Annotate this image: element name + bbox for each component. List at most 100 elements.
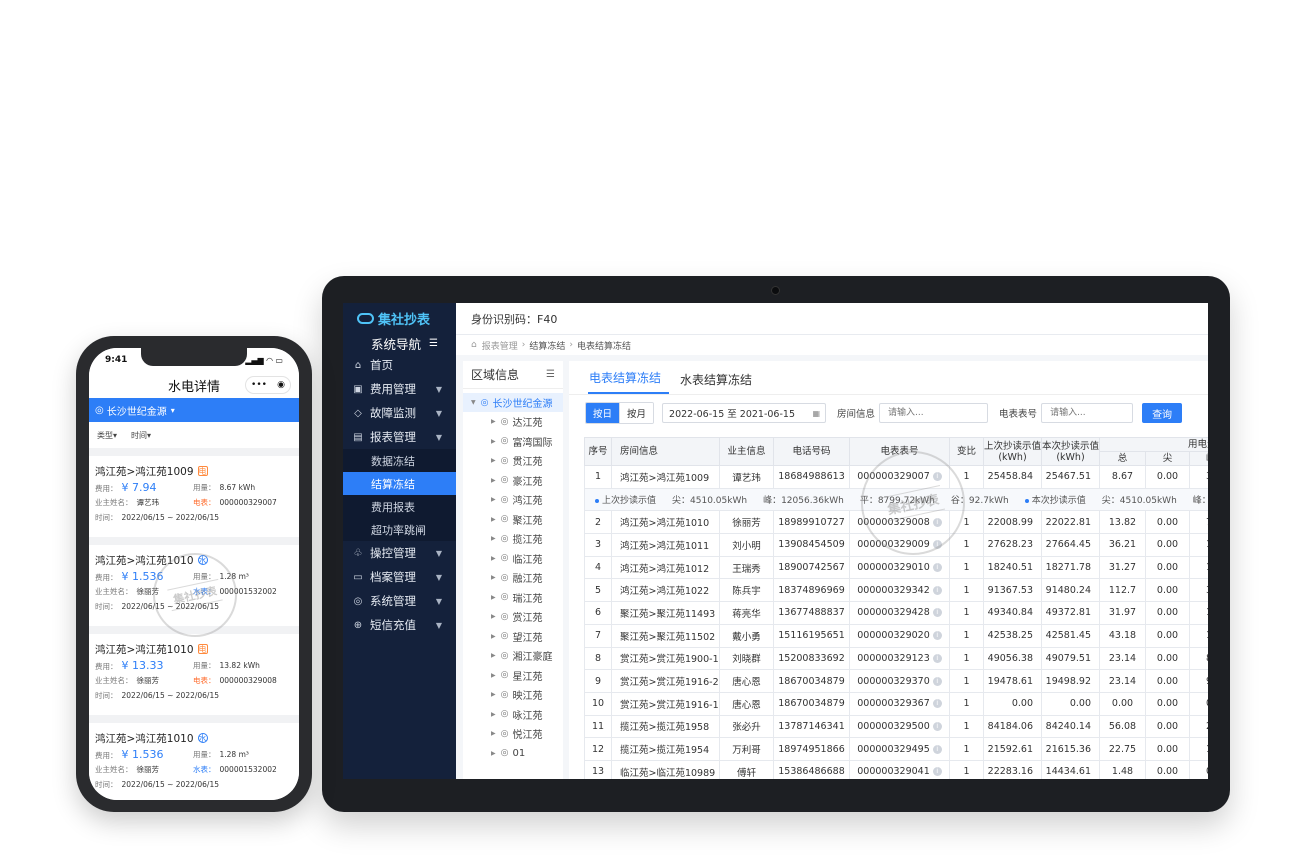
table-row[interactable]: 12 揽江苑>揽江苑1954 万利哥 18974951866 000000329495 i… <box>584 737 1208 761</box>
cell-room: 赏江苑>赏江苑1916-2 <box>611 669 720 693</box>
table-row[interactable]: 5 鸿江苑>鸿江苑1022 陈兵宇 18374896969 000000329342 i 1… <box>584 578 1208 603</box>
meter-info-icon[interactable]: i <box>932 721 942 731</box>
tree-expand-icon[interactable]: ▼ <box>471 399 476 406</box>
meter-info-icon[interactable]: i <box>932 563 942 573</box>
tree-node[interactable]: ▶ ◎ 湘江豪庭 <box>463 646 563 666</box>
table-row[interactable]: 7 聚江苑>聚江苑11502 戴小勇 15116195651 000000329020 i… <box>584 623 1208 648</box>
tree-expand-icon[interactable]: ▶ <box>491 457 496 464</box>
nav2-item-3[interactable]: ⊕ 短信充值 ▼ <box>343 613 456 637</box>
nav-item-1[interactable]: ▣ 费用管理 ▼ <box>343 377 456 401</box>
location-pin-icon: ◎ <box>500 475 509 486</box>
cell-no-text: 11 <box>591 720 605 732</box>
meter-info-icon[interactable]: i <box>932 608 942 618</box>
date-range-picker[interactable]: 2022-06-15 至 2021-06-15 ▦ <box>662 403 827 423</box>
tree-node[interactable]: ▶ ◎ 聚江苑 <box>463 510 563 530</box>
type-filter[interactable]: 类型▾ <box>97 430 117 441</box>
usage-card[interactable]: 鸿江苑>鸿江苑1010 水费用： ¥ 1.536 用量： 1.28 m³ 业主姓名： 徐丽芳… <box>89 723 299 800</box>
time-filter[interactable]: 时间▾ <box>131 430 151 441</box>
tree-node[interactable]: ▶ ◎ 贯江苑 <box>463 451 563 471</box>
tree-expand-icon[interactable]: ▶ <box>491 477 496 484</box>
tree-expand-icon[interactable]: ▶ <box>491 438 496 445</box>
tree-expand-icon[interactable]: ▶ <box>491 555 496 562</box>
tree-expand-icon[interactable]: ▶ <box>491 730 496 737</box>
location-selector[interactable]: ◎ 长沙世纪金源 ▾ <box>89 398 299 422</box>
tree-node[interactable]: ▶ ◎ 望江苑 <box>463 627 563 647</box>
table-row[interactable]: 8 赏江苑>赏江苑1900-1 刘晓群 15200833692 000000329123… <box>584 646 1208 671</box>
tree-node[interactable]: ▶ ◎ 映江苑 <box>463 685 563 705</box>
tree-node[interactable]: ▶ ◎ 鸿江苑 <box>463 490 563 510</box>
collapse-menu-icon[interactable]: ☰ <box>546 369 555 380</box>
cell-no-text: 10 <box>591 698 605 710</box>
query-button[interactable]: 查询 <box>1142 403 1183 423</box>
meter-info-icon[interactable]: i <box>932 767 942 777</box>
table-row[interactable]: 9 赏江苑>赏江苑1916-2 唐心恩 18670034879 000000329370… <box>584 669 1208 693</box>
meter-input[interactable] <box>1041 403 1134 423</box>
tab-water-freeze[interactable]: 水表结算冻结 <box>679 371 760 394</box>
by-month-button[interactable]: 按月 <box>619 403 654 423</box>
usage-card[interactable]: 鸿江苑>鸿江苑1010 电费用： ¥ 13.33 用量： 13.82 kWh 业主姓名：徐… <box>89 634 299 715</box>
time-label: 时间： <box>95 602 118 611</box>
tree-expand-icon[interactable]: ▶ <box>491 418 496 425</box>
nav-item-0[interactable]: ⌂ 首页 <box>343 353 456 377</box>
tree-node[interactable]: ▶ ◎ 揽江苑 <box>463 529 563 549</box>
tree-root-node[interactable]: ▼ ◎ 长沙世纪金源 <box>463 393 563 412</box>
tree-expand-icon[interactable]: ▶ <box>491 633 496 640</box>
table-row[interactable]: 6 聚江苑>聚江苑11493 蒋亮华 13677488837 000000329428 i… <box>584 601 1208 625</box>
tree-expand-icon[interactable]: ▶ <box>491 535 496 542</box>
meter-info-icon[interactable]: i <box>932 676 942 686</box>
tree-expand-icon[interactable]: ▶ <box>491 613 496 620</box>
tree-expand-icon[interactable]: ▶ <box>491 672 496 679</box>
nav2-item-2[interactable]: ◎ 系统管理 ▼ <box>343 589 456 613</box>
tree-expand-icon[interactable]: ▶ <box>491 652 496 659</box>
table-row[interactable]: 4 鸿江苑>鸿江苑1012 王瑞秀 18900742567 000000329010 i 1… <box>584 555 1208 580</box>
tree-node[interactable]: ▶ ◎ 临江苑 <box>463 549 563 569</box>
tree-node[interactable]: ▶ ◎ 星江苑 <box>463 666 563 686</box>
meter-info-icon[interactable]: i <box>932 653 942 663</box>
tree-node[interactable]: ▶ ◎ 达江苑 <box>463 412 563 432</box>
breadcrumb-item[interactable]: 报表管理 <box>482 339 518 352</box>
detail-prev-sharp: 尖：4510.05kWh <box>672 496 748 507</box>
tree-expand-icon[interactable]: ▶ <box>491 516 496 523</box>
table-row[interactable]: 10 赏江苑>赏江苑1916-1 唐心恩 18670034879 00000032936… <box>584 691 1208 716</box>
location-pin-icon: ◎ <box>500 728 509 739</box>
usage-card[interactable]: 鸿江苑>鸿江苑1009 电费用： ¥ 7.94 用量： 8.67 kWh 业主姓名： 谭艺玮… <box>89 456 299 537</box>
tree-node[interactable]: ▶ ◎ 豪江苑 <box>463 471 563 491</box>
cell-meter-text: 000000329370 <box>857 675 930 687</box>
subnav-item-3[interactable]: 超功率跳闸 <box>343 518 456 541</box>
cell-sharp: 0.00 <box>1145 737 1190 761</box>
tree-node[interactable]: ▶ ◎ 融江苑 <box>463 568 563 588</box>
subnav-item-1[interactable]: 结算冻结 <box>343 472 456 495</box>
more-icon[interactable]: ••• <box>251 380 267 390</box>
tree-node[interactable]: ▶ ◎ 01 <box>463 744 563 764</box>
tree-expand-icon[interactable]: ▶ <box>491 750 496 757</box>
meter-info-icon[interactable]: i <box>932 631 942 641</box>
nav-item-2[interactable]: ◇ 故障监测 ▼ <box>343 401 456 425</box>
breadcrumb-item[interactable]: 结算冻结 <box>529 339 565 352</box>
tree-node[interactable]: ▶ ◎ 富湾国际 <box>463 432 563 452</box>
nav2-item-1[interactable]: ▭ 档案管理 ▼ <box>343 565 456 589</box>
tree-node[interactable]: ▶ ◎ 咏江苑 <box>463 705 563 725</box>
meter-info-icon[interactable]: i <box>932 585 942 595</box>
subnav-item-2[interactable]: 费用报表 <box>343 495 456 518</box>
table-row[interactable]: 11 揽江苑>揽江苑1958 张必升 13787146341 000000329500 i… <box>584 714 1208 739</box>
tab-electric-freeze[interactable]: 电表结算冻结 <box>588 369 670 394</box>
tree-node[interactable]: ▶ ◎ 悦江苑 <box>463 724 563 744</box>
meter-info-icon[interactable]: i <box>932 699 942 709</box>
tree-node[interactable]: ▶ ◎ 瑞江苑 <box>463 588 563 608</box>
meter-info-icon[interactable]: i <box>932 744 942 754</box>
nav-item-3[interactable]: ▤ 报表管理 ▼ <box>343 425 456 449</box>
home-icon[interactable]: ⌂ <box>471 340 477 350</box>
room-input[interactable] <box>879 403 989 423</box>
nav2-item-0[interactable]: ♧ 操控管理 ▼ <box>343 541 456 565</box>
tree-expand-icon[interactable]: ▶ <box>491 711 496 718</box>
tree-node[interactable]: ▶ ◎ 赏江苑 <box>463 607 563 627</box>
by-day-button[interactable]: 按日 <box>586 403 620 423</box>
tree-expand-icon[interactable]: ▶ <box>491 574 496 581</box>
subnav-item-0[interactable]: 数据冻结 <box>343 449 456 472</box>
table-row[interactable]: 13 临江苑>临江苑10989 傅轩 15386486688 000000329041 i… <box>584 759 1208 779</box>
tree-expand-icon[interactable]: ▶ <box>491 691 496 698</box>
tree-expand-icon[interactable]: ▶ <box>491 594 496 601</box>
menu-toggle-icon[interactable]: ☰ <box>429 338 438 349</box>
target-icon[interactable]: ◉ <box>277 380 285 390</box>
tree-expand-icon[interactable]: ▶ <box>491 496 496 503</box>
